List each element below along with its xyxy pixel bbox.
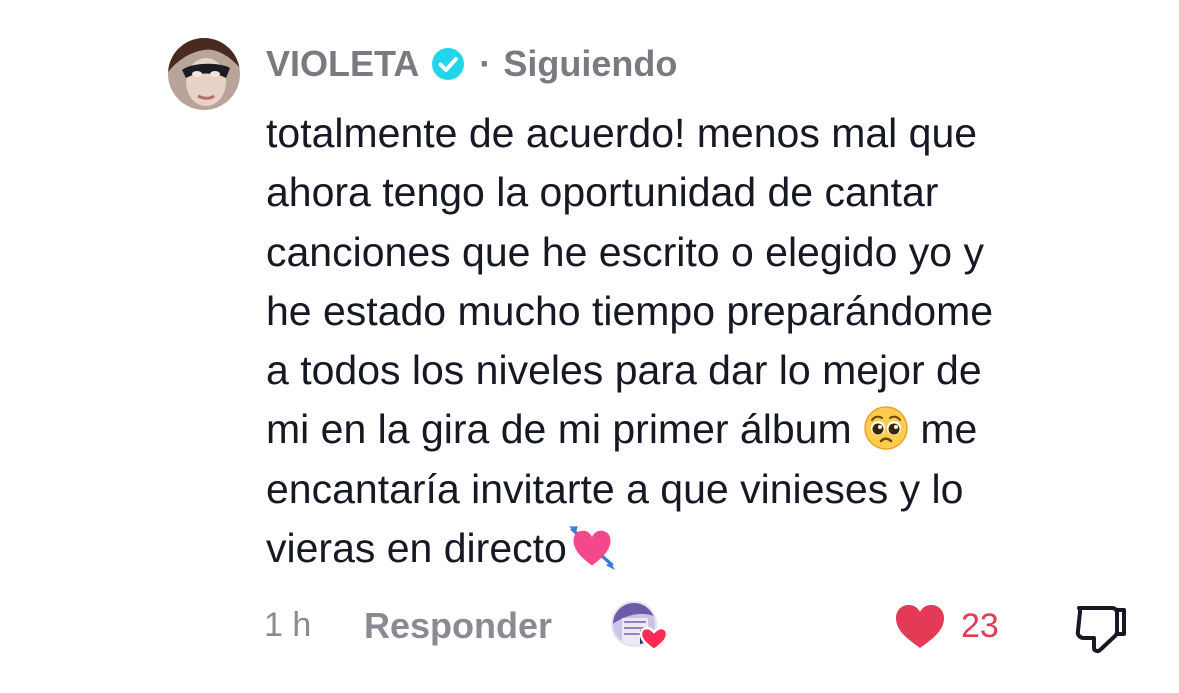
verified-badge-icon (432, 48, 465, 80)
dislike-thumb-down-icon[interactable] (1074, 602, 1128, 654)
heart-with-arrow-emoji-icon (569, 526, 615, 570)
comment-line: ahora tengo la oportunidad de cantar (266, 169, 939, 216)
author-avatar[interactable] (168, 38, 240, 110)
comment-time: 1 h (264, 606, 312, 644)
comment-header: VIOLETA · Siguiendo (266, 40, 677, 88)
reply-button[interactable]: Responder (364, 605, 552, 647)
comment-line: canciones que he escrito o elegido yo y (266, 228, 984, 275)
comment-line: a todos los niveles para dar lo mejor de (266, 347, 982, 394)
comment-line: encantaría invitarte a que vinieses y lo (266, 465, 964, 512)
like-count: 23 (961, 606, 999, 645)
comment-line: totalmente de acuerdo! menos mal que (266, 110, 978, 156)
comment-line-with-emoji: mi en la gira de mi primer álbum me (266, 400, 1146, 459)
heart-icon (896, 605, 944, 648)
creator-liked-icon (611, 601, 669, 652)
comment-line: he estado mucho tiempo preparándome (266, 287, 994, 334)
follow-status[interactable]: Siguiendo (503, 43, 677, 85)
like-button[interactable]: 23 (893, 602, 999, 650)
author-name[interactable]: VIOLETA (266, 43, 419, 85)
comment-line-with-emoji: vieras en directo (266, 519, 1146, 578)
avatar-image (168, 38, 240, 110)
comment-footer: 1 h Responder 23 (0, 598, 1179, 658)
comment-line-segment: me (920, 406, 978, 453)
header-separator: · (479, 43, 492, 84)
pleading-face-emoji-icon (864, 406, 908, 451)
comment-line-segment: vieras en directo (266, 525, 567, 572)
comment-line-segment: mi en la gira de mi primer álbum (266, 406, 852, 453)
comment-text: totalmente de acuerdo! menos mal que aho… (266, 104, 1146, 578)
